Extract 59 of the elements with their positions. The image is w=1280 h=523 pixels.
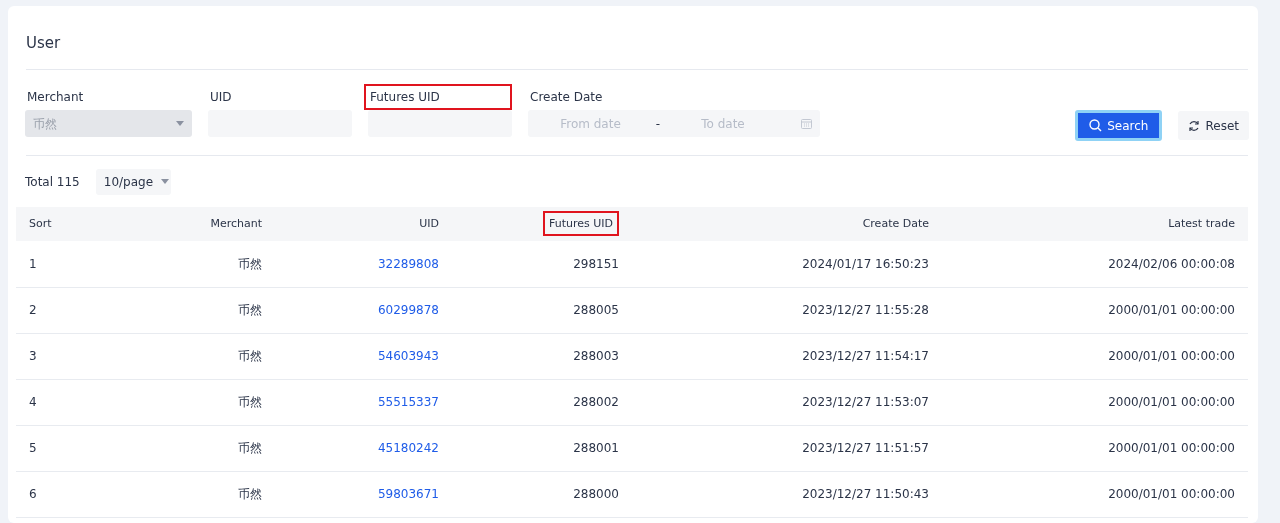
filter-label: UID bbox=[209, 89, 233, 106]
table-cell: 币然 bbox=[145, 241, 275, 287]
table-cell: 币然 bbox=[145, 425, 275, 471]
table-cell: 2023/12/27 11:53:07 bbox=[632, 379, 942, 425]
table-cell: 2024/01/17 16:50:23 bbox=[632, 241, 942, 287]
table-cell: 288002 bbox=[452, 379, 632, 425]
refresh-icon bbox=[1188, 119, 1201, 132]
uid-link[interactable]: 60299878 bbox=[377, 303, 439, 317]
table-cell: 288001 bbox=[452, 425, 632, 471]
column-header: Create Date bbox=[862, 216, 929, 230]
table-cell: 1 bbox=[16, 241, 145, 287]
table-cell: 288005 bbox=[452, 287, 632, 333]
table-cell: 2 bbox=[16, 287, 145, 333]
table-cell: 2023/12/27 11:51:57 bbox=[632, 425, 942, 471]
table-cell: 币然 bbox=[145, 287, 275, 333]
table-cell: 5 bbox=[16, 425, 145, 471]
column-header: Sort bbox=[29, 216, 52, 230]
table-cell: 6 bbox=[16, 471, 145, 517]
column-header: Futures UID bbox=[542, 210, 619, 236]
table-cell: 币然 bbox=[145, 333, 275, 379]
merchant-select: 币然 bbox=[25, 110, 192, 137]
column-header: UID bbox=[419, 216, 439, 230]
uid-link[interactable]: 32289808 bbox=[377, 256, 439, 271]
table-cell: 2000/01/01 00:00:00 bbox=[942, 471, 1248, 517]
table-cell: 4 bbox=[16, 379, 145, 425]
table-cell: 3 bbox=[16, 333, 145, 379]
table-cell: 288000 bbox=[452, 471, 632, 517]
table-cell: 2023/12/27 11:54:17 bbox=[632, 333, 942, 379]
table-cell: 2000/01/01 00:00:00 bbox=[942, 287, 1248, 333]
uid-link[interactable]: 59803671 bbox=[377, 487, 439, 501]
caret-icon bbox=[161, 179, 170, 184]
table-cell: 2000/01/01 00:00:00 bbox=[942, 379, 1248, 425]
search-button[interactable]: Search bbox=[1075, 110, 1163, 141]
filter-label: Merchant bbox=[26, 89, 85, 106]
table-cell: 288003 bbox=[452, 333, 632, 379]
reset-button[interactable]: Reset bbox=[1178, 111, 1249, 140]
uid-link[interactable]: 54603943 bbox=[377, 349, 439, 363]
caret-icon bbox=[176, 121, 184, 126]
table-cell: 币然 bbox=[145, 379, 275, 425]
page-title: User bbox=[25, 33, 62, 54]
table-cell: 币然 bbox=[145, 471, 275, 517]
table-cell: 2023/12/27 11:55:28 bbox=[632, 287, 942, 333]
table-cell: 2000/01/01 00:00:00 bbox=[942, 333, 1248, 379]
table-cell: 298151 bbox=[452, 241, 632, 287]
table-cell: 2023/12/27 11:50:43 bbox=[632, 471, 942, 517]
filter-label: Futures UID bbox=[364, 84, 512, 110]
calendar-icon bbox=[801, 118, 812, 129]
input-field[interactable] bbox=[368, 110, 512, 137]
uid-link[interactable]: 45180242 bbox=[377, 441, 439, 455]
date-range-field[interactable]: From date - To date bbox=[528, 110, 820, 137]
table-cell: 2024/02/06 00:00:08 bbox=[942, 241, 1248, 287]
uid-link[interactable]: 55515337 bbox=[377, 395, 439, 409]
column-header: Merchant bbox=[210, 216, 262, 230]
page-size-select[interactable]: 10/page bbox=[95, 168, 171, 195]
filter-label: Create Date bbox=[529, 89, 604, 106]
table-cell: 2000/01/01 00:00:00 bbox=[942, 425, 1248, 471]
total-count: Total 115 bbox=[25, 173, 80, 191]
search-icon bbox=[1089, 119, 1103, 132]
column-header: Latest trade bbox=[1168, 216, 1235, 230]
